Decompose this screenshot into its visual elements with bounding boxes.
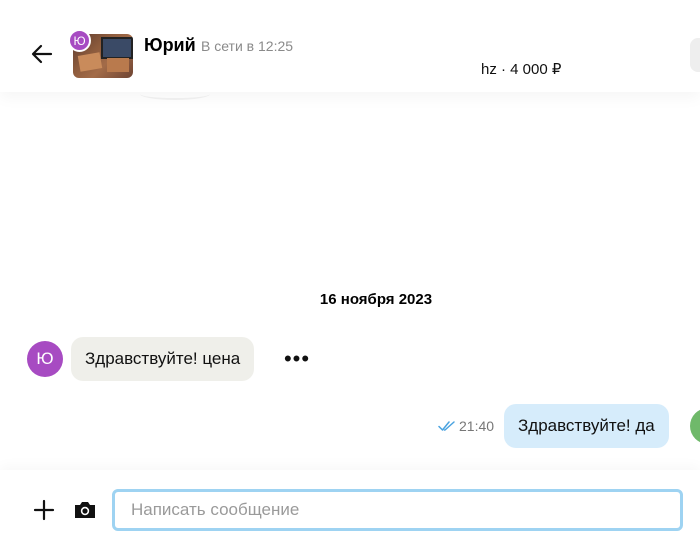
user-name[interactable]: Юрий: [144, 35, 196, 56]
chat-page: Ю Юрий В сети в 12:25 hz · 4 000 ₽ 16 но…: [0, 0, 700, 542]
message-input[interactable]: [112, 489, 683, 531]
sender-avatar[interactable]: Ю: [27, 341, 63, 377]
item-title-price[interactable]: hz · 4 000 ₽: [481, 60, 561, 78]
message-text: Здравствуйте! цена: [85, 349, 241, 368]
thumbnail-box: [107, 58, 129, 72]
camera-icon: [75, 502, 95, 518]
user-avatar-small: Ю: [68, 29, 91, 52]
plus-icon: [33, 499, 55, 521]
more-horizontal-icon[interactable]: •••: [283, 346, 311, 371]
message-time: 21:40: [459, 418, 495, 434]
camera-button[interactable]: [71, 497, 99, 523]
send-hint: [692, 494, 700, 522]
message-composer: [0, 470, 700, 542]
message-meta: 21:40: [438, 418, 494, 434]
message-text: Здравствуйте! да: [518, 416, 655, 435]
online-status: В сети в 12:25: [201, 38, 294, 54]
header-action-button[interactable]: [690, 38, 700, 72]
thumbnail-box: [77, 52, 103, 72]
attach-button[interactable]: [31, 497, 57, 523]
date-divider: 16 ноября 2023: [319, 291, 433, 308]
incoming-message-bubble[interactable]: Здравствуйте! цена: [71, 337, 255, 381]
arrow-left-icon: [31, 44, 53, 64]
thumbnail-monitor: [101, 37, 133, 59]
double-check-icon: [438, 421, 455, 431]
back-button[interactable]: [28, 40, 56, 68]
chat-header: Ю Юрий В сети в 12:25 hz · 4 000 ₽: [0, 0, 700, 92]
own-avatar: [690, 408, 700, 444]
outgoing-message-bubble[interactable]: Здравствуйте! да: [504, 404, 669, 448]
